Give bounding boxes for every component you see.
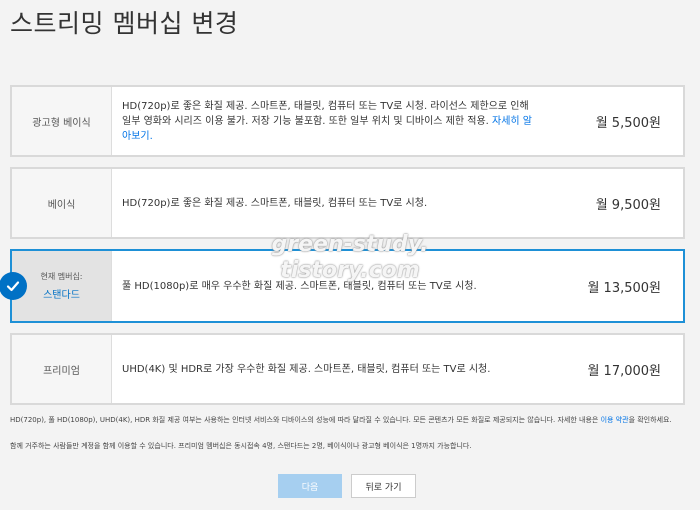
page-title: 스트리밍 멤버십 변경 [10,9,239,38]
plan-description: HD(720p)로 좋은 화질 제공. 스마트폰, 태블릿, 컴퓨터 또는 TV… [112,87,551,155]
footnote-quality: HD(720p), 풀 HD(1080p), UHD(4K), HDR 화질 제… [10,415,690,426]
plan-name: 베이식 [12,169,112,237]
footnote-quality-end: 을 확인하세요. [628,416,672,424]
plan-option-standard[interactable]: 현재 멤버십: 스탠다드 풀 HD(1080p)로 매우 우수한 화질 제공. … [0,249,685,323]
plan-price: 월 9,500원 [595,197,661,213]
plan-description: HD(720p)로 좋은 화질 제공. 스마트폰, 태블릿, 컴퓨터 또는 TV… [112,169,551,237]
plan-description: UHD(4K) 및 HDR로 가장 우수한 화질 제공. 스마트폰, 태블릿, … [112,335,551,403]
plan-price: 월 5,500원 [595,115,661,131]
plan-name: 광고형 베이식 [12,87,112,155]
back-button[interactable]: 뒤로 가기 [351,474,416,498]
plan-option-premium[interactable]: 프리미엄 UHD(4K) 및 HDR로 가장 우수한 화질 제공. 스마트폰, … [10,333,685,405]
next-button[interactable]: 다음 [278,474,342,498]
footnote-sharing: 함께 거주하는 사람들만 계정을 함께 이용할 수 있습니다. 프리미엄 멤버십… [10,442,472,450]
plan-name-label: 스탠다드 [43,290,80,301]
footnote-quality-text: HD(720p), 풀 HD(1080p), UHD(4K), HDR 화질 제… [10,416,599,424]
plan-description-text: UHD(4K) 및 HDR로 가장 우수한 화질 제공. 스마트폰, 태블릿, … [122,363,491,375]
plan-option-basic[interactable]: 베이식 HD(720p)로 좋은 화질 제공. 스마트폰, 태블릿, 컴퓨터 또… [10,167,685,239]
terms-link[interactable]: 이용 약관 [601,416,629,424]
plan-name-label: 베이식 [47,199,76,211]
plan-option-basic-with-ads[interactable]: 광고형 베이식 HD(720p)로 좋은 화질 제공. 스마트폰, 태블릿, 컴… [10,85,685,157]
plan-description-text: HD(720p)로 좋은 화질 제공. 스마트폰, 태블릿, 컴퓨터 또는 TV… [122,197,428,209]
plan-name-label: 광고형 베이식 [32,117,91,129]
plan-description-text: HD(720p)로 좋은 화질 제공. 스마트폰, 태블릿, 컴퓨터 또는 TV… [122,100,529,127]
plan-name: 현재 멤버십: 스탠다드 [12,251,112,321]
current-plan-label: 현재 멤버십: [40,272,83,281]
plan-name-label: 프리미엄 [43,365,80,377]
plan-name: 프리미엄 [12,335,112,403]
plan-description-text: 풀 HD(1080p)로 매우 우수한 화질 제공. 스마트폰, 태블릿, 컴퓨… [122,280,477,292]
plan-price: 월 13,500원 [587,280,661,296]
plan-description: 풀 HD(1080p)로 매우 우수한 화질 제공. 스마트폰, 태블릿, 컴퓨… [112,251,551,321]
check-circle-icon [0,272,27,300]
plan-price: 월 17,000원 [587,363,661,379]
